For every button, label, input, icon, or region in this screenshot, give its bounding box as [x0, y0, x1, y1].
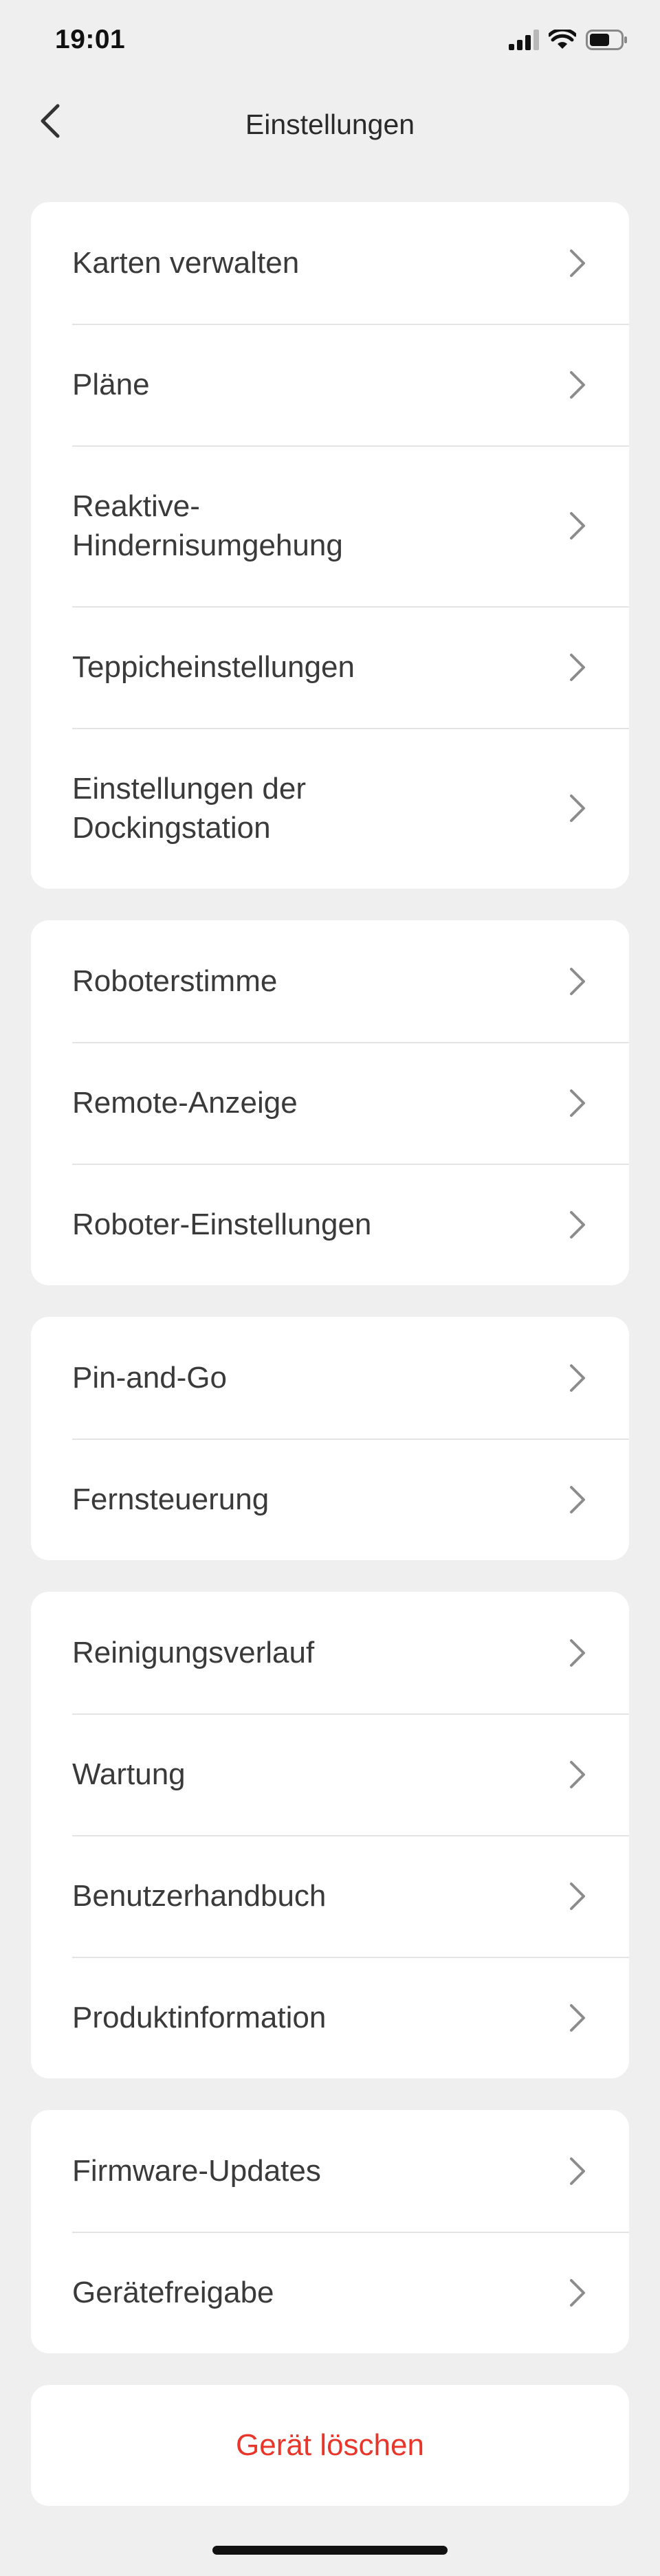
chevron-right-icon	[567, 247, 588, 279]
chevron-right-icon	[567, 966, 588, 997]
battery-icon	[586, 29, 628, 54]
settings-item-remote-display[interactable]: Remote-Anzeige	[31, 1042, 629, 1164]
settings-group-map: Karten verwalten Pläne Reaktive- Hindern…	[31, 202, 629, 889]
status-bar: 19:01	[0, 0, 660, 82]
settings-item-label: Firmware-Updates	[72, 2154, 321, 2188]
settings-item-label: Reinigungsverlauf	[72, 1636, 315, 1669]
settings-list: Karten verwalten Pläne Reaktive- Hindern…	[31, 202, 629, 2506]
home-indicator	[212, 2546, 448, 2555]
settings-item-label: Karten verwalten	[72, 246, 300, 280]
settings-item-plans[interactable]: Pläne	[31, 324, 629, 445]
settings-item-label: Pin-and-Go	[72, 1361, 228, 1395]
settings-group-robot: Roboterstimme Remote-Anzeige Roboter-Ein…	[31, 920, 629, 1285]
chevron-right-icon	[567, 1087, 588, 1119]
settings-item-pin-and-go[interactable]: Pin-and-Go	[31, 1317, 629, 1439]
settings-item-label: Reaktive- Hindernisumgehung	[72, 489, 343, 562]
chevron-right-icon	[567, 2002, 588, 2034]
settings-item-label: Wartung	[72, 1757, 186, 1791]
settings-group-control: Pin-and-Go Fernsteuerung	[31, 1317, 629, 1560]
delete-device-label: Gerät löschen	[236, 2428, 424, 2462]
settings-item-label: Produktinformation	[72, 2001, 327, 2034]
settings-item-label: Teppicheinstellungen	[72, 650, 355, 684]
settings-item-label: Remote-Anzeige	[72, 1086, 298, 1120]
settings-item-device-sharing[interactable]: Gerätefreigabe	[31, 2232, 629, 2353]
navigation-bar: Einstellungen	[0, 82, 660, 168]
cellular-signal-icon	[509, 29, 539, 54]
chevron-right-icon	[567, 510, 588, 542]
wifi-icon	[547, 27, 578, 54]
settings-item-carpet-settings[interactable]: Teppicheinstellungen	[31, 606, 629, 728]
chevron-right-icon	[567, 1637, 588, 1669]
chevron-right-icon	[567, 652, 588, 683]
status-icons	[509, 27, 628, 55]
delete-device-button[interactable]: Gerät löschen	[31, 2385, 629, 2506]
chevron-right-icon	[567, 1759, 588, 1790]
chevron-right-icon	[567, 2155, 588, 2187]
settings-item-firmware-updates[interactable]: Firmware-Updates	[31, 2110, 629, 2232]
settings-item-docking-station[interactable]: Einstellungen der Dockingstation	[31, 728, 629, 889]
chevron-right-icon	[567, 1880, 588, 1912]
settings-item-obstacle-avoidance[interactable]: Reaktive- Hindernisumgehung	[31, 445, 629, 606]
settings-item-label: Gerätefreigabe	[72, 2276, 274, 2309]
settings-item-product-info[interactable]: Produktinformation	[31, 1957, 629, 2078]
settings-item-robot-settings[interactable]: Roboter-Einstellungen	[31, 1164, 629, 1285]
chevron-right-icon	[567, 2277, 588, 2309]
chevron-right-icon	[567, 369, 588, 401]
settings-item-manage-maps[interactable]: Karten verwalten	[31, 202, 629, 324]
settings-item-remote-control[interactable]: Fernsteuerung	[31, 1439, 629, 1560]
settings-item-label: Roboterstimme	[72, 964, 278, 998]
settings-item-label: Benutzerhandbuch	[72, 1879, 327, 1913]
status-time: 19:01	[55, 25, 126, 54]
settings-group-device: Firmware-Updates Gerätefreigabe	[31, 2110, 629, 2353]
chevron-right-icon	[567, 1209, 588, 1241]
chevron-right-icon	[567, 1362, 588, 1394]
settings-item-maintenance[interactable]: Wartung	[31, 1713, 629, 1835]
chevron-right-icon	[567, 792, 588, 824]
settings-group-info: Reinigungsverlauf Wartung Benutzerhandbu…	[31, 1592, 629, 2078]
settings-item-label: Roboter-Einstellungen	[72, 1208, 372, 1241]
page-title: Einstellungen	[245, 109, 415, 140]
settings-item-label: Fernsteuerung	[72, 1483, 270, 1516]
settings-item-label: Einstellungen der Dockingstation	[72, 772, 307, 845]
settings-item-user-manual[interactable]: Benutzerhandbuch	[31, 1835, 629, 1957]
settings-item-cleaning-history[interactable]: Reinigungsverlauf	[31, 1592, 629, 1713]
chevron-right-icon	[567, 1484, 588, 1515]
settings-item-label: Pläne	[72, 368, 150, 401]
settings-item-robot-voice[interactable]: Roboterstimme	[31, 920, 629, 1042]
